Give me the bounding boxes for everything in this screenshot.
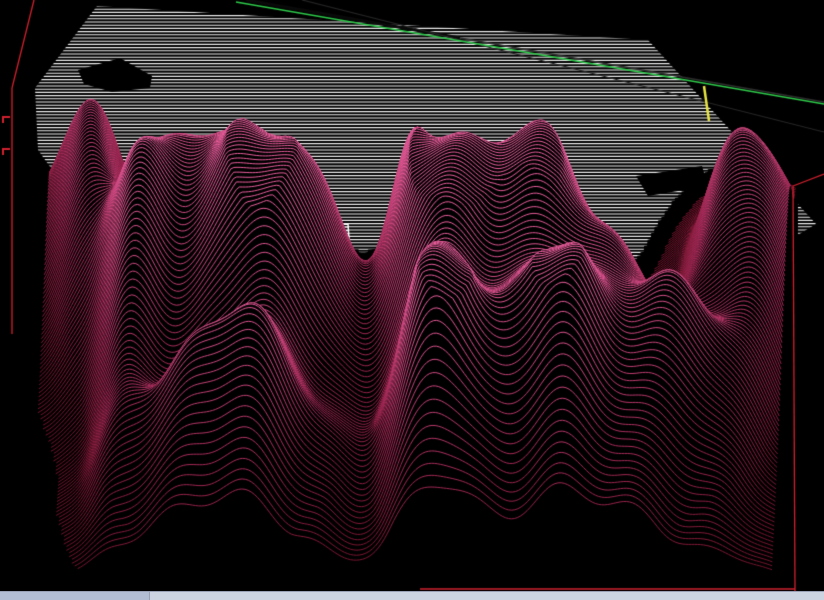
horizontal-scrollbar-thumb[interactable] [0, 592, 150, 600]
toolpath-viewport-canvas[interactable] [0, 0, 824, 591]
cam-viewport-window [0, 0, 824, 600]
horizontal-scrollbar[interactable] [0, 591, 824, 600]
